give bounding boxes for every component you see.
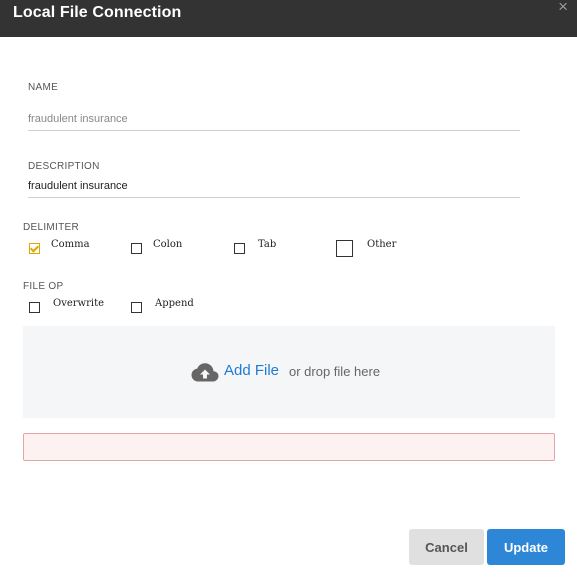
delimiter-label: DELIMITER — [23, 222, 80, 233]
error-message-box — [23, 433, 555, 461]
checkbox-icon[interactable] — [131, 302, 142, 313]
checkbox-checked-icon[interactable] — [29, 243, 40, 254]
name-input[interactable] — [28, 108, 520, 131]
option-label: Tab — [258, 239, 277, 250]
description-input[interactable] — [28, 175, 520, 198]
add-file-link[interactable]: Add File — [224, 362, 279, 379]
cloud-upload-icon — [191, 363, 219, 382]
dialog-titlebar: Local File Connection × — [0, 0, 577, 37]
dialog-title: Local File Connection — [13, 4, 182, 21]
option-label: Comma — [51, 239, 90, 250]
cancel-button[interactable]: Cancel — [409, 529, 484, 565]
checkbox-icon[interactable] — [29, 302, 40, 313]
option-label: Other — [367, 239, 397, 250]
file-op-label: FILE OP — [23, 281, 64, 292]
close-icon[interactable]: × — [558, 0, 568, 17]
description-label: DESCRIPTION — [28, 161, 100, 172]
option-label: Overwrite — [53, 298, 105, 309]
update-button[interactable]: Update — [487, 529, 565, 565]
checkbox-icon[interactable] — [336, 240, 353, 257]
name-label: NAME — [28, 82, 59, 93]
option-label: Append — [155, 298, 194, 309]
option-label: Colon — [153, 239, 183, 250]
checkbox-icon[interactable] — [234, 243, 245, 254]
file-dropzone[interactable]: Add File or drop file here — [23, 326, 555, 418]
checkbox-icon[interactable] — [131, 243, 142, 254]
drop-file-text: or drop file here — [289, 364, 381, 379]
